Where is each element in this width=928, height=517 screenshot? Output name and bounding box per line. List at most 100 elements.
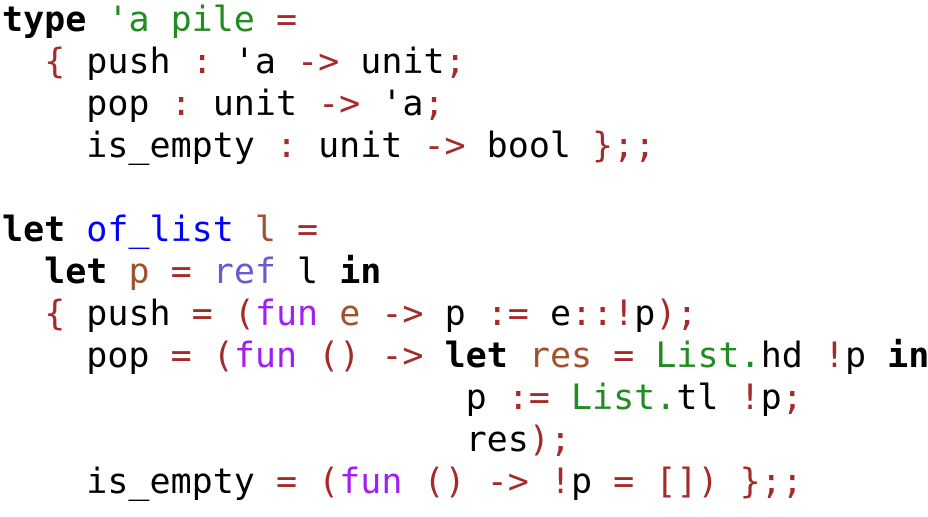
code-token-ref: ref: [212, 252, 276, 292]
code-token-var: p: [128, 252, 150, 292]
code-token-kw: let: [444, 336, 508, 376]
code-line: is_empty : unit -> bool };;: [2, 125, 928, 168]
code-token-plain: 'a: [360, 84, 424, 124]
code-token-plain: is_empty: [2, 462, 276, 502]
code-token-plain: unit: [191, 84, 319, 124]
code-token-var: l: [254, 210, 276, 250]
code-token-plain: pop: [2, 84, 171, 124]
code-token-plain: pop: [2, 336, 171, 376]
code-token-plain: l: [275, 252, 340, 292]
code-token-plain: p: [423, 294, 487, 334]
code-token-plain: p: [634, 294, 656, 334]
code-token-sym: =: [191, 294, 213, 334]
code-token-sym: =: [275, 0, 298, 40]
code-token-var: res: [528, 336, 593, 376]
code-token-fun: fun: [339, 462, 403, 502]
code-token-kw: in: [339, 252, 382, 292]
code-token-plain: hd: [760, 336, 824, 376]
code-line: { push : 'a -> unit;: [2, 41, 928, 84]
code-token-sym: );: [528, 420, 571, 460]
code-token-sym: ->: [486, 462, 529, 502]
code-token-sym: (: [212, 336, 234, 376]
code-line: is_empty = (fun () -> !p = []) };;: [2, 461, 928, 504]
code-token-kw: let: [44, 252, 108, 292]
code-token-sym: =: [613, 336, 635, 376]
code-line: type 'a pile =: [2, 0, 928, 42]
code-token-plain: bool: [465, 126, 593, 166]
code-token-plain: unit: [339, 42, 445, 82]
code-token-plain: unit: [297, 126, 424, 166]
code-token-plain: 'a: [212, 42, 298, 82]
code-token-sym: :: [191, 42, 213, 82]
code-token-sym: ;: [781, 378, 803, 418]
code-token-plain: e: [528, 294, 572, 334]
code-token-plain: p: [2, 378, 508, 418]
code-token-sym: !: [739, 378, 761, 418]
code-line: res);: [2, 419, 928, 462]
code-token-sym: :=: [486, 294, 529, 334]
code-token-sym: {: [44, 42, 66, 82]
code-token-sym: (): [423, 462, 466, 502]
code-token-plain: p: [571, 462, 614, 502]
code-token-plain: tl: [676, 378, 740, 418]
code-token-sym: =: [170, 336, 192, 376]
code-token-sym: :=: [507, 378, 550, 418]
code-token-plain: is_empty: [2, 126, 276, 166]
code-token-kw: let: [2, 210, 66, 250]
code-line: { push = (fun e -> p := e::!p);: [2, 293, 928, 336]
code-token-sym: (: [318, 462, 340, 502]
code-token-sym: );: [655, 294, 698, 334]
code-line: p := List.tl !p;: [2, 377, 928, 420]
code-token-fun: fun: [254, 294, 319, 334]
code-line: let of_list l =: [2, 209, 928, 252]
code-token-mod: List.: [655, 336, 761, 376]
code-token-mod: List.: [570, 378, 677, 418]
code-listing: type 'a pile = { push : 'a -> unit; pop …: [0, 0, 928, 516]
code-token-plain: push: [65, 294, 192, 334]
code-token-sym: (): [318, 336, 361, 376]
code-line: let p = ref l in: [2, 251, 928, 294]
code-token-sym: ::!: [571, 294, 635, 334]
code-token-sym: ->: [318, 84, 361, 124]
code-token-sym: ->: [423, 126, 466, 166]
code-token-sym: ;: [423, 84, 445, 124]
code-token-sym: =: [170, 252, 192, 292]
code-token-sym: :: [170, 84, 192, 124]
code-token-sym: !: [823, 336, 845, 376]
code-token-sym: ;: [444, 42, 466, 82]
code-token-sym: !: [549, 462, 572, 502]
code-token-var: e: [339, 294, 361, 334]
code-token-sym: ->: [297, 42, 340, 82]
code-token-sym: {: [44, 294, 66, 334]
code-token-fn: of_list: [86, 210, 234, 250]
code-line: pop : unit -> 'a;: [2, 83, 928, 126]
code-token-sym: :: [275, 126, 298, 166]
code-token-plain: p: [844, 336, 888, 376]
code-token-sym: []): [655, 462, 719, 502]
